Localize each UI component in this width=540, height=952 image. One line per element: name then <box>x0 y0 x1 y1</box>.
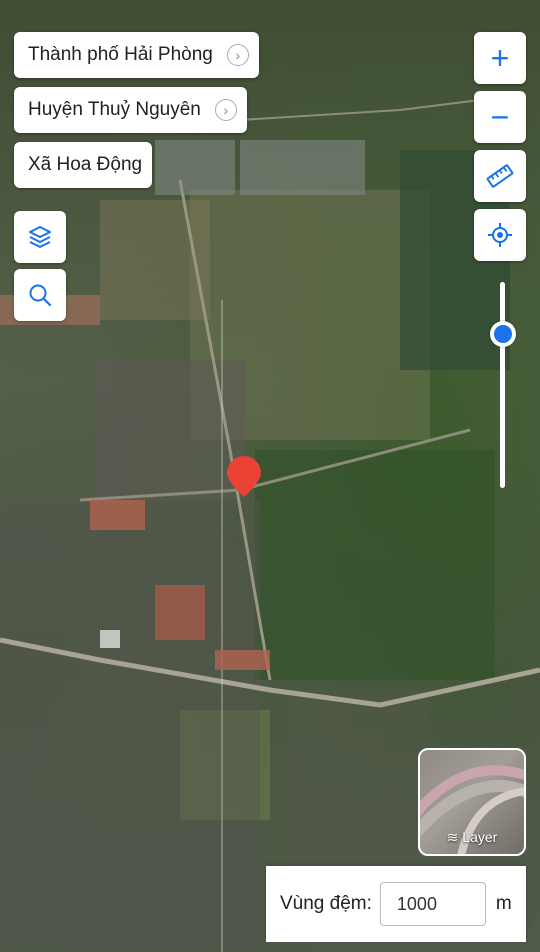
chevron-right-icon: › <box>214 99 237 121</box>
ruler-icon <box>486 164 514 188</box>
zoom-slider-thumb[interactable] <box>490 320 516 347</box>
breadcrumb-city[interactable]: Thành phố Hải Phòng › <box>14 32 259 78</box>
breadcrumb-commune[interactable]: Xã Hoa Động <box>14 142 153 188</box>
my-location-button[interactable] <box>474 209 526 261</box>
plus-icon: + <box>490 40 510 76</box>
breadcrumb-district-label: Huyện Thuỷ Nguyên <box>28 99 201 120</box>
zoom-out-button[interactable]: − <box>474 91 526 143</box>
zoom-in-button[interactable]: + <box>474 32 526 84</box>
zoom-slider-track[interactable] <box>500 282 505 488</box>
layer-label-text: Layer <box>462 829 498 845</box>
map-pin-icon[interactable] <box>224 454 264 498</box>
minus-icon: − <box>490 99 510 135</box>
search-icon <box>29 284 52 307</box>
breadcrumb-district[interactable]: Huyện Thuỷ Nguyên › <box>14 87 247 133</box>
buffer-panel: Vùng đệm: m <box>266 866 526 942</box>
breadcrumb-commune-label: Xã Hoa Động <box>28 154 143 175</box>
buffer-label: Vùng đệm: <box>280 893 372 914</box>
buffer-unit: m <box>495 893 512 914</box>
layer-label: ≋ Layer <box>420 829 524 846</box>
layer-switcher[interactable]: ≋ Layer <box>418 748 526 856</box>
buffer-input[interactable] <box>379 882 486 926</box>
search-button[interactable] <box>14 269 66 321</box>
layers-icon <box>29 226 51 248</box>
locate-icon <box>488 223 512 247</box>
breadcrumb-city-label: Thành phố Hải Phòng <box>28 44 213 65</box>
measure-button[interactable] <box>474 150 526 202</box>
layers-button[interactable] <box>14 211 66 263</box>
chevron-right-icon: › <box>226 44 249 66</box>
layers-icon: ≋ <box>446 829 459 845</box>
